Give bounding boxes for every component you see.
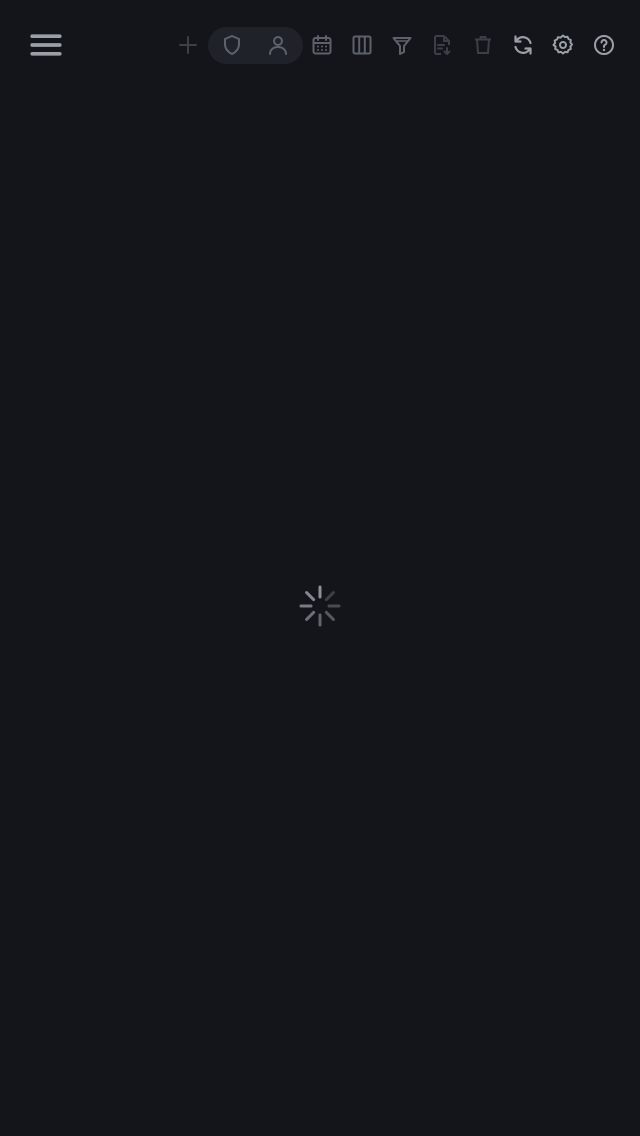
view-toggle-group xyxy=(208,27,303,64)
shield-button[interactable] xyxy=(212,25,252,65)
filter-icon xyxy=(392,37,412,55)
calendar-icon xyxy=(312,35,332,55)
columns-icon xyxy=(352,35,372,55)
app-window xyxy=(0,0,640,1136)
calendar-button[interactable] xyxy=(302,25,342,65)
columns-button[interactable] xyxy=(342,25,382,65)
trash-icon xyxy=(475,36,491,54)
delete-button[interactable] xyxy=(463,25,503,65)
spinner-icon xyxy=(299,585,341,627)
export-button[interactable] xyxy=(422,25,462,65)
settings-icon xyxy=(552,34,573,55)
help-button[interactable] xyxy=(584,25,624,65)
menu-icon xyxy=(30,34,62,56)
shield-icon xyxy=(224,35,240,55)
add-button[interactable] xyxy=(168,25,208,65)
help-icon xyxy=(594,35,614,55)
plus-icon xyxy=(179,36,197,54)
user-icon xyxy=(269,36,287,55)
filter-button[interactable] xyxy=(382,25,422,65)
user-button[interactable] xyxy=(258,25,298,65)
loading-spinner xyxy=(298,584,342,628)
refresh-icon xyxy=(514,35,532,55)
menu-button[interactable] xyxy=(26,25,66,65)
toolbar xyxy=(0,0,640,90)
refresh-button[interactable] xyxy=(503,25,543,65)
document-export-icon xyxy=(434,35,451,55)
settings-button[interactable] xyxy=(543,25,583,65)
